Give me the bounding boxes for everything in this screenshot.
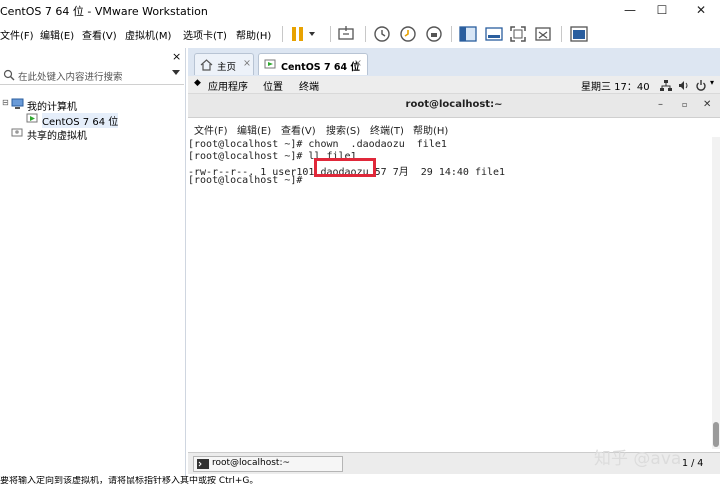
- apps-menu-icon[interactable]: ◆: [194, 78, 201, 88]
- status-message: 要将输入定向到该虚拟机，请将鼠标指针移入其中或按 Ctrl+G。: [0, 476, 259, 485]
- search-icon: [3, 69, 15, 81]
- terminal-scrollbar[interactable]: [712, 137, 720, 449]
- search-dropdown-icon[interactable]: [172, 70, 180, 75]
- toolbar-separator: [561, 26, 562, 42]
- menu-help[interactable]: 帮助(H): [236, 27, 271, 42]
- terminal-output[interactable]: [root@localhost ~]# chown .daodaozu file…: [188, 137, 712, 449]
- unity-icon[interactable]: [533, 24, 553, 44]
- power-icon[interactable]: [695, 80, 707, 91]
- send-keys-icon[interactable]: [336, 24, 356, 44]
- gnome-clock[interactable]: 星期三 17：40: [581, 78, 650, 93]
- full-screen-icon[interactable]: [508, 24, 528, 44]
- gnome-places-menu[interactable]: 位置: [263, 78, 283, 93]
- vm-running-icon: [26, 113, 38, 123]
- toolbar-separator: [282, 26, 283, 42]
- terminal-menu-terminal[interactable]: 终端(T): [370, 122, 404, 137]
- window-titlebar: CentOS 7 64 位 - VMware Workstation — ☐ ✕: [0, 0, 720, 22]
- toolbar-separator: [365, 26, 366, 42]
- snapshot-manager-icon[interactable]: [424, 24, 444, 44]
- terminal-line: [root@localhost ~]# chown .daodaozu file…: [188, 139, 447, 150]
- tab-centos-label: CentOS 7 64 位: [281, 62, 360, 73]
- menu-view[interactable]: 查看(V): [82, 27, 117, 42]
- tab-strip: 主页 × CentOS 7 64 位 ×: [188, 48, 720, 76]
- tree-item-my-computer[interactable]: 我的计算机: [27, 98, 77, 113]
- close-window-button[interactable]: ✕: [686, 0, 716, 22]
- tree-item-shared-vms[interactable]: 共享的虚拟机: [27, 127, 87, 142]
- home-icon: [200, 59, 213, 71]
- menu-tabs[interactable]: 选项卡(T): [183, 27, 227, 42]
- library-close-button[interactable]: ×: [172, 50, 181, 63]
- taskbar-terminal-label: root@localhost:~: [212, 458, 291, 468]
- terminal-titlebar: root@localhost:~ – ▫ ✕: [188, 94, 720, 118]
- tab-centos[interactable]: CentOS 7 64 位 ×: [258, 53, 368, 75]
- snapshot-icon[interactable]: [372, 24, 392, 44]
- terminal-maximize-button[interactable]: ▫: [682, 100, 687, 109]
- show-library-icon[interactable]: [458, 24, 478, 44]
- tab-home[interactable]: 主页 ×: [194, 53, 254, 75]
- revert-snapshot-icon[interactable]: [398, 24, 418, 44]
- minimize-button[interactable]: —: [615, 0, 645, 22]
- tree-item-centos-vm[interactable]: CentOS 7 64 位: [42, 113, 119, 128]
- terminal-icon: [197, 459, 209, 469]
- terminal-menu-search[interactable]: 搜索(S): [326, 122, 360, 137]
- tab-centos-close-icon[interactable]: ×: [354, 58, 362, 69]
- window-title: CentOS 7 64 位 - VMware Workstation: [0, 5, 208, 18]
- terminal-menu-help[interactable]: 帮助(H): [413, 122, 448, 137]
- workspace-pager[interactable]: 1 / 4: [682, 458, 703, 469]
- menu-file[interactable]: 文件(F): [0, 27, 34, 42]
- terminal-menubar: 文件(F) 编辑(E) 查看(V) 搜索(S) 终端(T) 帮助(H): [188, 119, 720, 137]
- toolbar-separator: [330, 26, 331, 42]
- menubar: 文件(F) 编辑(E) 查看(V) 虚拟机(M) 选项卡(T) 帮助(H): [0, 22, 720, 46]
- highlight-box: [314, 158, 376, 177]
- taskbar-terminal-button[interactable]: root@localhost:~: [193, 456, 343, 472]
- terminal-menu-edit[interactable]: 编辑(E): [237, 122, 271, 137]
- menu-vm[interactable]: 虚拟机(M): [125, 27, 171, 42]
- maximize-button[interactable]: ☐: [647, 0, 677, 22]
- tree-collapse-icon[interactable]: ⊟: [2, 98, 9, 107]
- system-menu-chevron-icon[interactable]: ▾: [710, 78, 714, 87]
- gnome-top-bar: ◆ 应用程序 位置 终端 星期三 17：40 ▾: [188, 76, 720, 94]
- terminal-title: root@localhost:~: [405, 99, 503, 110]
- shared-vms-icon: [11, 128, 23, 137]
- terminal-menu-view[interactable]: 查看(V): [281, 122, 316, 137]
- library-search-input[interactable]: 在此处键入内容进行搜索: [0, 66, 184, 85]
- gnome-terminal-menu[interactable]: 终端: [299, 78, 319, 93]
- computer-icon: [11, 98, 24, 109]
- console-view-icon[interactable]: [569, 24, 589, 44]
- toolbar-separator: [451, 26, 452, 42]
- scrollbar-thumb[interactable]: [713, 422, 719, 447]
- vm-tab-icon: [264, 59, 276, 69]
- volume-icon[interactable]: [678, 80, 690, 91]
- library-panel: × 在此处键入内容进行搜索 ⊟ 我的计算机 CentOS 7 64 位 共享的虚…: [0, 48, 186, 485]
- terminal-menu-file[interactable]: 文件(F): [194, 122, 228, 137]
- menu-edit[interactable]: 编辑(E): [40, 27, 74, 42]
- status-bar: 要将输入定向到该虚拟机，请将鼠标指针移入其中或按 Ctrl+G。: [0, 476, 720, 485]
- network-icon[interactable]: [660, 80, 672, 91]
- watermark: 知乎 @ava: [594, 449, 682, 469]
- tab-home-label: 主页: [217, 62, 237, 73]
- vm-console[interactable]: ◆ 应用程序 位置 终端 星期三 17：40 ▾ root@localhost:…: [188, 76, 720, 485]
- terminal-close-button[interactable]: ✕: [703, 99, 711, 110]
- terminal-minimize-button[interactable]: –: [658, 99, 663, 110]
- thumbnail-bar-icon[interactable]: [484, 24, 504, 44]
- pause-icon[interactable]: [288, 24, 318, 44]
- search-placeholder: 在此处键入内容进行搜索: [18, 72, 123, 83]
- terminal-line: [root@localhost ~]#: [188, 175, 309, 186]
- gnome-apps-menu[interactable]: 应用程序: [208, 78, 248, 93]
- tab-home-close-icon[interactable]: ×: [243, 58, 251, 69]
